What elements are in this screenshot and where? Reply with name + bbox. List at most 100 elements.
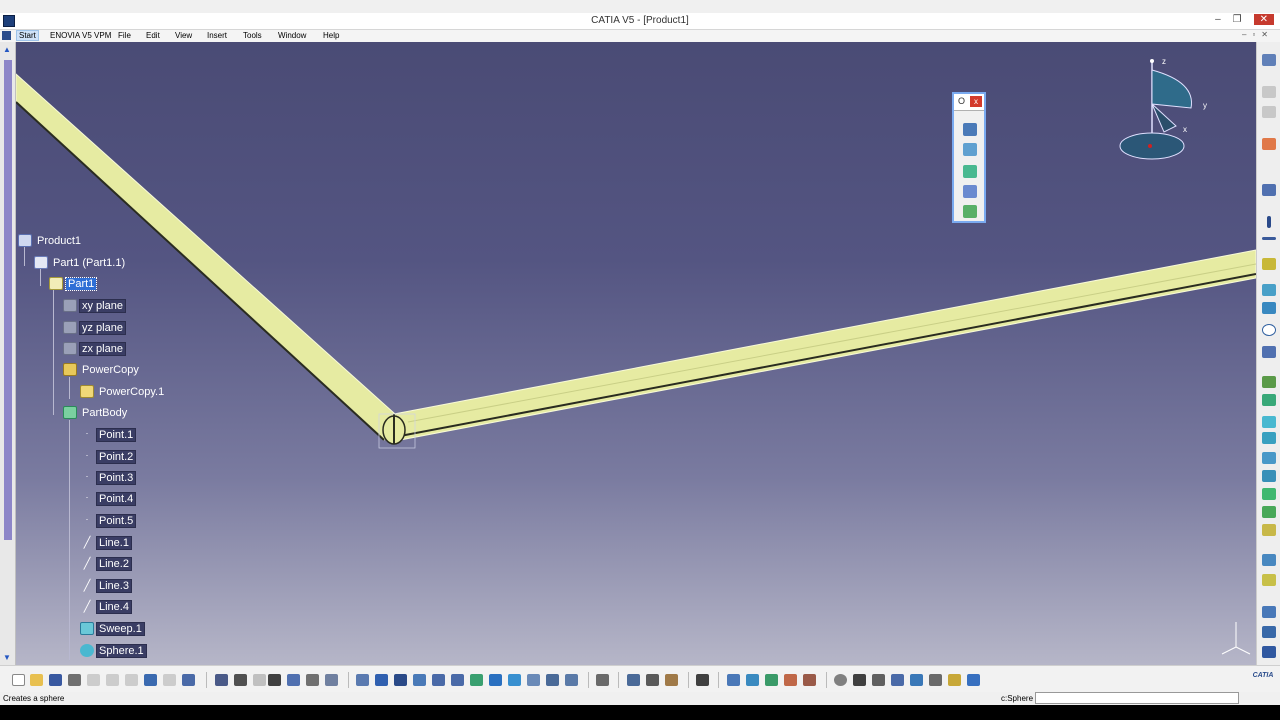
scroll-thumb[interactable] (4, 60, 12, 540)
catalog-icon[interactable] (306, 674, 319, 686)
line-tool-icon[interactable] (1262, 237, 1276, 240)
pan-icon[interactable] (394, 674, 407, 686)
shading-icon[interactable] (527, 674, 540, 686)
plane-tool-icon[interactable] (1262, 258, 1276, 270)
analysis-icon[interactable] (727, 674, 740, 686)
properties-icon[interactable] (967, 674, 980, 686)
measure-icon[interactable] (596, 674, 609, 686)
snap-icon[interactable] (834, 674, 847, 686)
menu-help[interactable]: Help (323, 31, 339, 40)
draft-analysis-icon[interactable] (784, 674, 797, 686)
tree-node-line-2[interactable]: ╱ Line.2 (80, 556, 132, 571)
fill-tool-icon[interactable] (1262, 394, 1276, 406)
menu-edit[interactable]: Edit (146, 31, 160, 40)
porcupine-icon[interactable] (803, 674, 816, 686)
menu-enovia[interactable]: ENOVIA V5 VPM (50, 31, 111, 40)
law-icon[interactable] (287, 674, 300, 686)
arc-tool-icon[interactable] (963, 165, 977, 178)
tree-node-point-4[interactable]: · Point.4 (80, 491, 137, 506)
floating-toolbar-header[interactable]: O x (954, 94, 984, 111)
connect-icon[interactable] (746, 674, 759, 686)
layer-icon[interactable] (910, 674, 923, 686)
whats-this-icon[interactable] (182, 674, 195, 686)
tree-node-sweep-1[interactable]: Sweep.1 (80, 621, 145, 636)
scroll-up-icon[interactable]: ▲ (3, 45, 11, 54)
transform-icon[interactable] (1262, 606, 1276, 618)
point-tool-icon[interactable] (1267, 216, 1271, 228)
tree-node-zx-plane[interactable]: zx plane (63, 341, 126, 356)
helix-tool-icon[interactable] (1262, 376, 1276, 388)
command-input[interactable] (1035, 692, 1239, 704)
select-icon[interactable] (1262, 138, 1276, 150)
render-icon[interactable] (696, 674, 709, 686)
sketch-icon[interactable] (1262, 184, 1276, 196)
tree-node-product1[interactable]: Product1 (18, 234, 83, 247)
spline-tool-icon[interactable] (1262, 346, 1276, 358)
scroll-down-icon[interactable]: ▼ (3, 653, 11, 662)
tree-node-point-5[interactable]: · Point.5 (80, 513, 137, 528)
tree-node-point-3[interactable]: · Point.3 (80, 470, 137, 485)
inertia-icon[interactable] (665, 674, 678, 686)
cylinder-tool-icon[interactable] (1262, 432, 1276, 444)
normal-view-icon[interactable] (470, 674, 483, 686)
color-icon[interactable] (948, 674, 961, 686)
minimize-button[interactable]: – (1215, 14, 1221, 25)
revolve-icon[interactable] (1262, 302, 1276, 314)
zoom-out-icon[interactable] (451, 674, 464, 686)
axis-icon[interactable] (872, 674, 885, 686)
tree-node-point-1[interactable]: · Point.1 (80, 427, 137, 442)
measure-item-icon[interactable] (646, 674, 659, 686)
extrude-icon[interactable] (1262, 284, 1276, 296)
fly-mode-icon[interactable] (356, 674, 369, 686)
save-icon[interactable] (49, 674, 62, 686)
restore-button[interactable]: ❐ (1233, 14, 1242, 25)
measure-between-icon[interactable] (627, 674, 640, 686)
zoom-in-icon[interactable] (432, 674, 445, 686)
undo-icon[interactable] (144, 674, 157, 686)
menu-start[interactable]: Start (16, 30, 39, 41)
menu-window[interactable]: Window (278, 31, 306, 40)
tree-node-powercopy[interactable]: PowerCopy (63, 363, 141, 376)
swap-space-icon[interactable] (565, 674, 578, 686)
surface-tool-icon[interactable] (963, 143, 977, 156)
edit-tool-icon[interactable] (963, 205, 977, 218)
table-icon[interactable] (268, 674, 281, 686)
rotate-icon[interactable] (1262, 646, 1276, 658)
tree-node-powercopy-1[interactable]: PowerCopy.1 (80, 385, 166, 398)
menu-file[interactable]: File (118, 31, 131, 40)
document-window-controls[interactable]: –▫✕ (1242, 30, 1274, 39)
tree-node-part1[interactable]: Part1 (49, 276, 98, 291)
tree-node-xy-plane[interactable]: xy plane (63, 298, 126, 313)
geometry-canvas[interactable]: z y x (16, 42, 1256, 665)
hide-show-icon[interactable] (546, 674, 559, 686)
tree-node-line-3[interactable]: ╱ Line.3 (80, 578, 132, 593)
sweep-surface-icon[interactable] (1262, 470, 1276, 482)
grid-tool-icon[interactable] (963, 123, 977, 136)
grid-icon[interactable] (891, 674, 904, 686)
loft-icon[interactable] (1262, 488, 1276, 500)
split-icon[interactable] (1262, 554, 1276, 566)
menu-insert[interactable]: Insert (207, 31, 227, 40)
trim-icon[interactable] (1262, 574, 1276, 586)
offset-tool-icon[interactable] (1262, 452, 1276, 464)
menu-tools[interactable]: Tools (243, 31, 262, 40)
sweep-tool-icon[interactable] (963, 185, 977, 198)
tree-node-partbody[interactable]: PartBody (63, 406, 129, 419)
print-icon[interactable] (68, 674, 81, 686)
sweep-tube-segment-2[interactable] (393, 249, 1256, 441)
tree-node-yz-plane[interactable]: yz plane (63, 320, 126, 335)
open-icon[interactable] (30, 674, 43, 686)
sketcher-icon[interactable] (1262, 54, 1276, 66)
iso-view-icon[interactable] (508, 674, 521, 686)
3d-viewport[interactable]: z y x Product1 Part1 (Part1.1) Part1 xy … (16, 42, 1256, 665)
sphere-tool-icon[interactable] (1262, 416, 1276, 428)
fit-all-icon[interactable] (375, 674, 388, 686)
knowledge-icon[interactable] (234, 674, 247, 686)
join-icon[interactable] (1262, 524, 1276, 536)
axis-system-icon[interactable] (929, 674, 942, 686)
tree-node-sphere-1[interactable]: Sphere.1 (80, 643, 147, 658)
compass-widget[interactable] (1119, 59, 1193, 160)
tree-node-part1-instance[interactable]: Part1 (Part1.1) (34, 256, 127, 269)
formula-icon[interactable] (215, 674, 228, 686)
work-on-support-icon[interactable] (853, 674, 866, 686)
